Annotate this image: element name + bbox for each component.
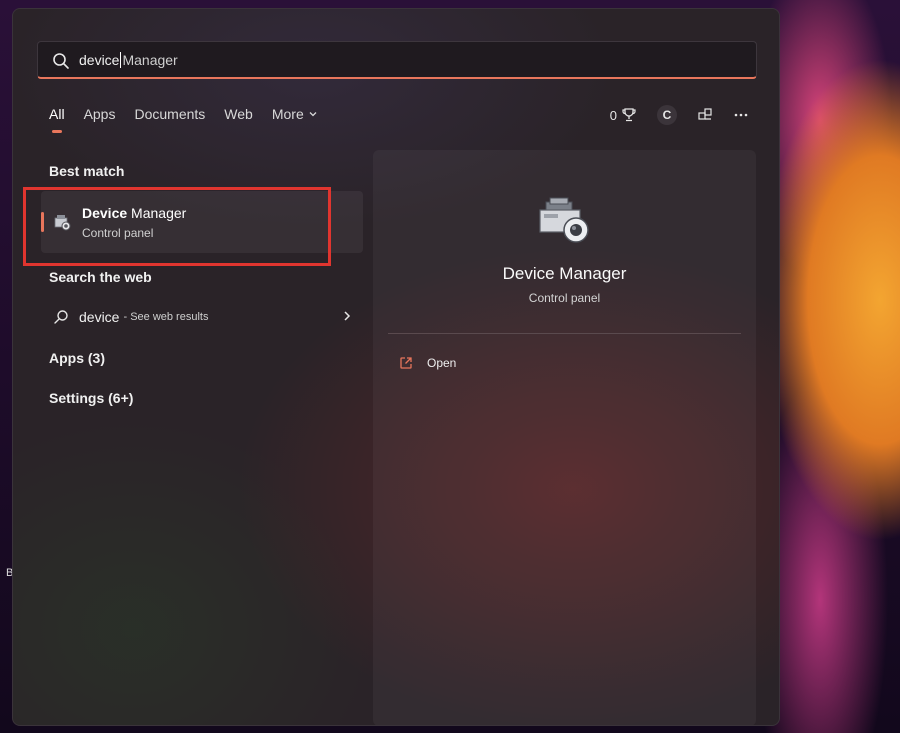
open-button[interactable]: Open bbox=[399, 356, 456, 370]
detail-subtitle: Control panel bbox=[528, 291, 601, 305]
filter-tabs: All Apps Documents Web More bbox=[49, 106, 337, 133]
tab-web[interactable]: Web bbox=[224, 106, 253, 122]
tab-more[interactable]: More bbox=[272, 106, 318, 122]
tab-apps[interactable]: Apps bbox=[84, 106, 116, 122]
search-box[interactable]: device Manager bbox=[37, 41, 757, 79]
search-input[interactable]: device Manager bbox=[79, 52, 178, 68]
web-search-result[interactable]: device - See web results bbox=[53, 307, 353, 327]
rewards-button[interactable]: 0 bbox=[610, 107, 637, 123]
search-icon bbox=[53, 53, 69, 69]
web-query: device bbox=[79, 309, 120, 325]
open-label: Open bbox=[427, 356, 457, 370]
tab-all[interactable]: All bbox=[49, 106, 65, 133]
search-typed-text: device bbox=[79, 52, 120, 68]
search-panel: device Manager All Apps Documents Web Mo… bbox=[12, 8, 780, 726]
device-manager-icon bbox=[539, 197, 589, 243]
more-icon[interactable] bbox=[733, 107, 749, 123]
best-match-heading: Best match bbox=[49, 163, 125, 179]
detail-title: Device Manager bbox=[502, 264, 627, 283]
share-icon[interactable] bbox=[697, 107, 713, 123]
chevron-down-icon bbox=[309, 112, 317, 117]
text-caret bbox=[120, 52, 122, 68]
header-actions: 0 C bbox=[610, 105, 749, 125]
trophy-icon bbox=[622, 108, 636, 122]
tab-documents[interactable]: Documents bbox=[134, 106, 205, 122]
settings-heading[interactable]: Settings (6+) bbox=[49, 390, 133, 406]
search-icon bbox=[54, 310, 68, 324]
search-autocomplete-text: Manager bbox=[122, 52, 178, 68]
detail-pane: Device Manager Control panel Open bbox=[373, 150, 756, 725]
search-web-heading: Search the web bbox=[49, 269, 152, 285]
account-avatar[interactable]: C bbox=[657, 105, 677, 125]
chevron-right-icon[interactable] bbox=[341, 309, 353, 323]
web-hint: - See web results bbox=[123, 311, 209, 323]
rewards-points: 0 bbox=[609, 107, 617, 123]
open-external-icon bbox=[400, 357, 412, 369]
apps-heading[interactable]: Apps (3) bbox=[49, 350, 105, 366]
highlight-annotation-box bbox=[23, 187, 331, 266]
tab-more-label: More bbox=[271, 106, 304, 122]
detail-divider bbox=[388, 333, 741, 334]
